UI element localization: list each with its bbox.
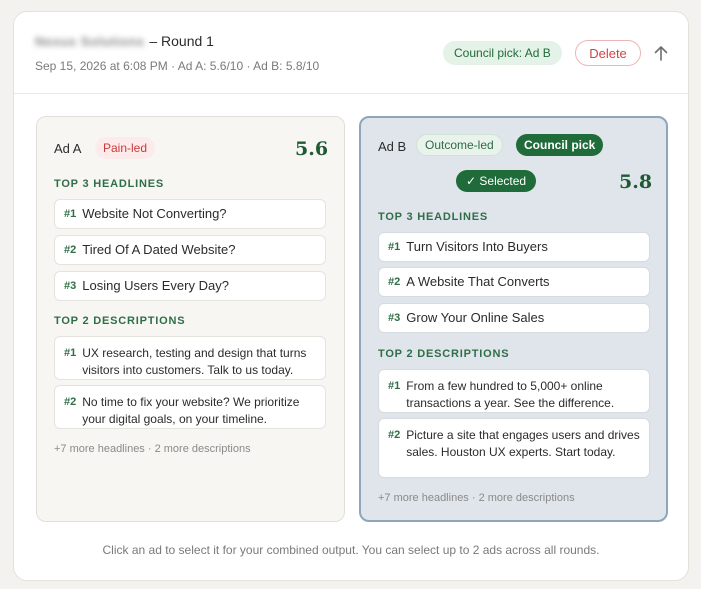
headline-number: #3 [388, 312, 401, 324]
ad-b-descriptions-label: TOP 2 DESCRIPTIONS [378, 348, 510, 360]
ad-b-headlines-label: TOP 3 HEADLINES [378, 211, 489, 223]
ad-a-headlines-label: TOP 3 HEADLINES [54, 178, 165, 190]
round-title: Nexus Solutions – Round 1 [35, 33, 214, 49]
headline-text: Tired Of A Dated Website? [82, 242, 236, 257]
ad-a-headline: #1 Website Not Converting? [54, 199, 326, 229]
headline-number: #1 [388, 241, 401, 253]
headline-text: A Website That Converts [406, 274, 550, 289]
description-number: #1 [388, 380, 401, 392]
ad-b-description: #2 Picture a site that engages users and… [378, 418, 650, 478]
ad-b-headline: #2 A Website That Converts [378, 267, 650, 297]
ad-a-score: 5.6 [295, 138, 329, 160]
headline-text: Website Not Converting? [82, 206, 227, 221]
ad-a-description: #2 No time to fix your website? We prior… [54, 385, 326, 429]
round-label: – Round 1 [149, 33, 214, 49]
headline-text: Turn Visitors Into Buyers [406, 239, 548, 254]
ad-b-description: #1 From a few hundred to 5,000+ online t… [378, 369, 650, 413]
headline-text: Losing Users Every Day? [82, 278, 229, 293]
description-number: #2 [388, 429, 401, 441]
pain-led-tag: Pain-led [95, 137, 156, 159]
description-text: From a few hundred to 5,000+ online tran… [406, 379, 615, 410]
ad-a-headline: #2 Tired Of A Dated Website? [54, 235, 326, 265]
headline-number: #2 [388, 276, 401, 288]
description-text: Picture a site that engages users and dr… [406, 428, 640, 459]
ad-b-more-link[interactable]: +7 more headlines · 2 more descriptions [378, 492, 575, 504]
arrow-up-icon [654, 46, 668, 61]
description-number: #2 [64, 396, 77, 408]
headline-number: #3 [64, 280, 77, 292]
headline-number: #2 [64, 244, 77, 256]
selected-indicator: ✓ Selected [456, 170, 537, 192]
ad-a-more-link[interactable]: +7 more headlines · 2 more descriptions [54, 443, 251, 455]
round-card: Nexus Solutions – Round 1 Sep 15, 2026 a… [13, 11, 689, 581]
ad-a-card[interactable]: Ad A Pain-led 5.6 TOP 3 HEADLINES #1 Web… [36, 116, 345, 522]
brand-name-blurred: Nexus Solutions [35, 34, 145, 49]
selection-hint: Click an ad to select it for your combin… [102, 543, 600, 557]
round-header: Nexus Solutions – Round 1 Sep 15, 2026 a… [14, 12, 688, 94]
description-text: UX research, testing and design that tur… [82, 346, 307, 377]
headline-text: Grow Your Online Sales [406, 310, 545, 325]
description-text: No time to fix your website? We prioriti… [82, 395, 300, 426]
ad-a-headline: #3 Losing Users Every Day? [54, 271, 326, 301]
round-meta: Sep 15, 2026 at 6:08 PM · Ad A: 5.6/10 ·… [35, 59, 320, 73]
council-pick-badge: Council pick: Ad B [443, 41, 562, 65]
ad-b-score: 5.8 [619, 171, 653, 193]
outcome-led-tag: Outcome-led [416, 134, 503, 156]
collapse-button[interactable] [651, 42, 671, 64]
description-number: #1 [64, 347, 77, 359]
council-pick-tag: Council pick [516, 134, 604, 156]
ad-a-description: #1 UX research, testing and design that … [54, 336, 326, 380]
ad-a-descriptions-label: TOP 2 DESCRIPTIONS [54, 315, 186, 327]
ad-b-card[interactable]: Ad B Outcome-led Council pick ✓ Selected… [359, 116, 668, 522]
ad-a-label: Ad A [54, 141, 82, 156]
headline-number: #1 [64, 208, 77, 220]
ad-b-label: Ad B [378, 139, 407, 154]
ad-b-headline: #1 Turn Visitors Into Buyers [378, 232, 650, 262]
delete-button[interactable]: Delete [575, 40, 641, 66]
ad-b-headline: #3 Grow Your Online Sales [378, 303, 650, 333]
